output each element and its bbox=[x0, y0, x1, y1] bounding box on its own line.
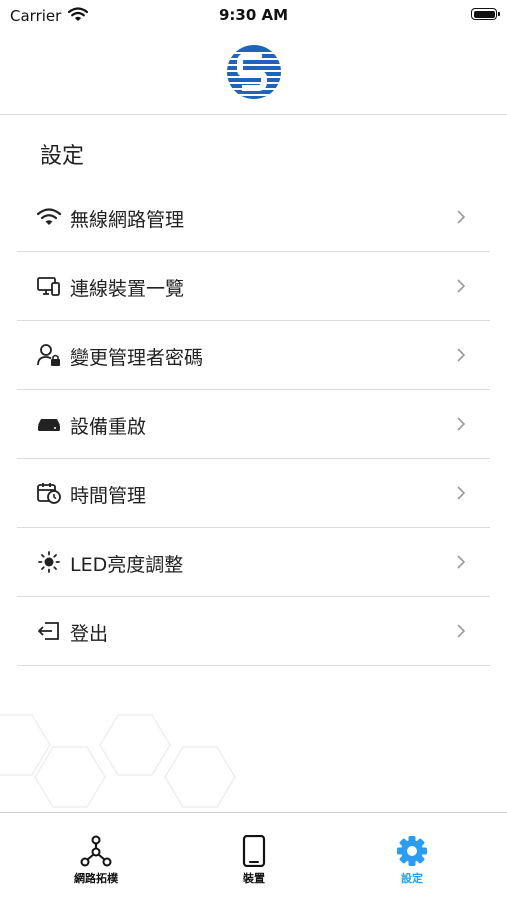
wifi-icon bbox=[36, 205, 62, 229]
menu-item-label: 變更管理者密碼 bbox=[70, 347, 204, 369]
menu-item-logout[interactable]: 登出 bbox=[17, 597, 490, 666]
page-title: 設定 bbox=[40, 144, 85, 169]
menu-item-time-management[interactable]: 時間管理 bbox=[17, 459, 490, 528]
status-bar: Carrier 9:30 AM bbox=[0, 0, 507, 32]
chevron-right-icon bbox=[456, 554, 466, 574]
calendar-clock-icon bbox=[36, 481, 62, 505]
menu-item-connected-devices[interactable]: 連線裝置一覽 bbox=[17, 252, 490, 321]
gear-icon bbox=[397, 836, 427, 866]
menu-item-change-password[interactable]: 變更管理者密碼 bbox=[17, 321, 490, 390]
chevron-right-icon bbox=[456, 278, 466, 298]
network-topology-icon bbox=[80, 835, 112, 867]
clock: 9:30 AM bbox=[218, 6, 289, 24]
brand-logo bbox=[227, 45, 281, 99]
menu-item-reboot[interactable]: 設備重啟 bbox=[17, 390, 490, 459]
user-lock-icon bbox=[36, 343, 62, 367]
menu-item-label: LED亮度調整 bbox=[70, 554, 184, 576]
chevron-right-icon bbox=[456, 623, 466, 643]
router-icon bbox=[36, 412, 62, 436]
menu-item-label: 設備重啟 bbox=[70, 416, 147, 438]
tab-settings[interactable]: 設定 bbox=[362, 835, 462, 886]
tab-devices[interactable]: 裝置 bbox=[204, 835, 304, 886]
chevron-right-icon bbox=[456, 347, 466, 367]
menu-item-label: 無線網路管理 bbox=[70, 209, 185, 231]
menu-item-label: 連線裝置一覽 bbox=[70, 278, 185, 300]
app-header bbox=[0, 32, 507, 115]
chevron-right-icon bbox=[456, 416, 466, 436]
settings-menu: 無線網路管理 連線裝置一覽 變更管理者密碼 設備重啟 時間管理 LED亮度調整 … bbox=[17, 183, 490, 666]
menu-item-wireless[interactable]: 無線網路管理 bbox=[17, 183, 490, 252]
tab-label: 裝置 bbox=[243, 872, 265, 885]
phone-icon bbox=[242, 835, 266, 867]
logout-icon bbox=[36, 619, 62, 643]
brightness-icon bbox=[36, 550, 62, 574]
menu-item-label: 登出 bbox=[70, 623, 109, 645]
menu-item-led-brightness[interactable]: LED亮度調整 bbox=[17, 528, 490, 597]
menu-item-label: 時間管理 bbox=[70, 485, 147, 507]
battery-icon bbox=[471, 8, 500, 20]
devices-icon bbox=[36, 274, 62, 298]
tab-label: 網路拓樸 bbox=[74, 872, 118, 885]
hexagon-pattern-background bbox=[0, 714, 236, 808]
chevron-right-icon bbox=[456, 485, 466, 505]
chevron-right-icon bbox=[456, 209, 466, 229]
tab-label: 設定 bbox=[401, 872, 423, 885]
tab-network-topology[interactable]: 網路拓樸 bbox=[46, 835, 146, 886]
bottom-tab-bar: 網路拓樸 裝置 設定 bbox=[0, 812, 507, 901]
